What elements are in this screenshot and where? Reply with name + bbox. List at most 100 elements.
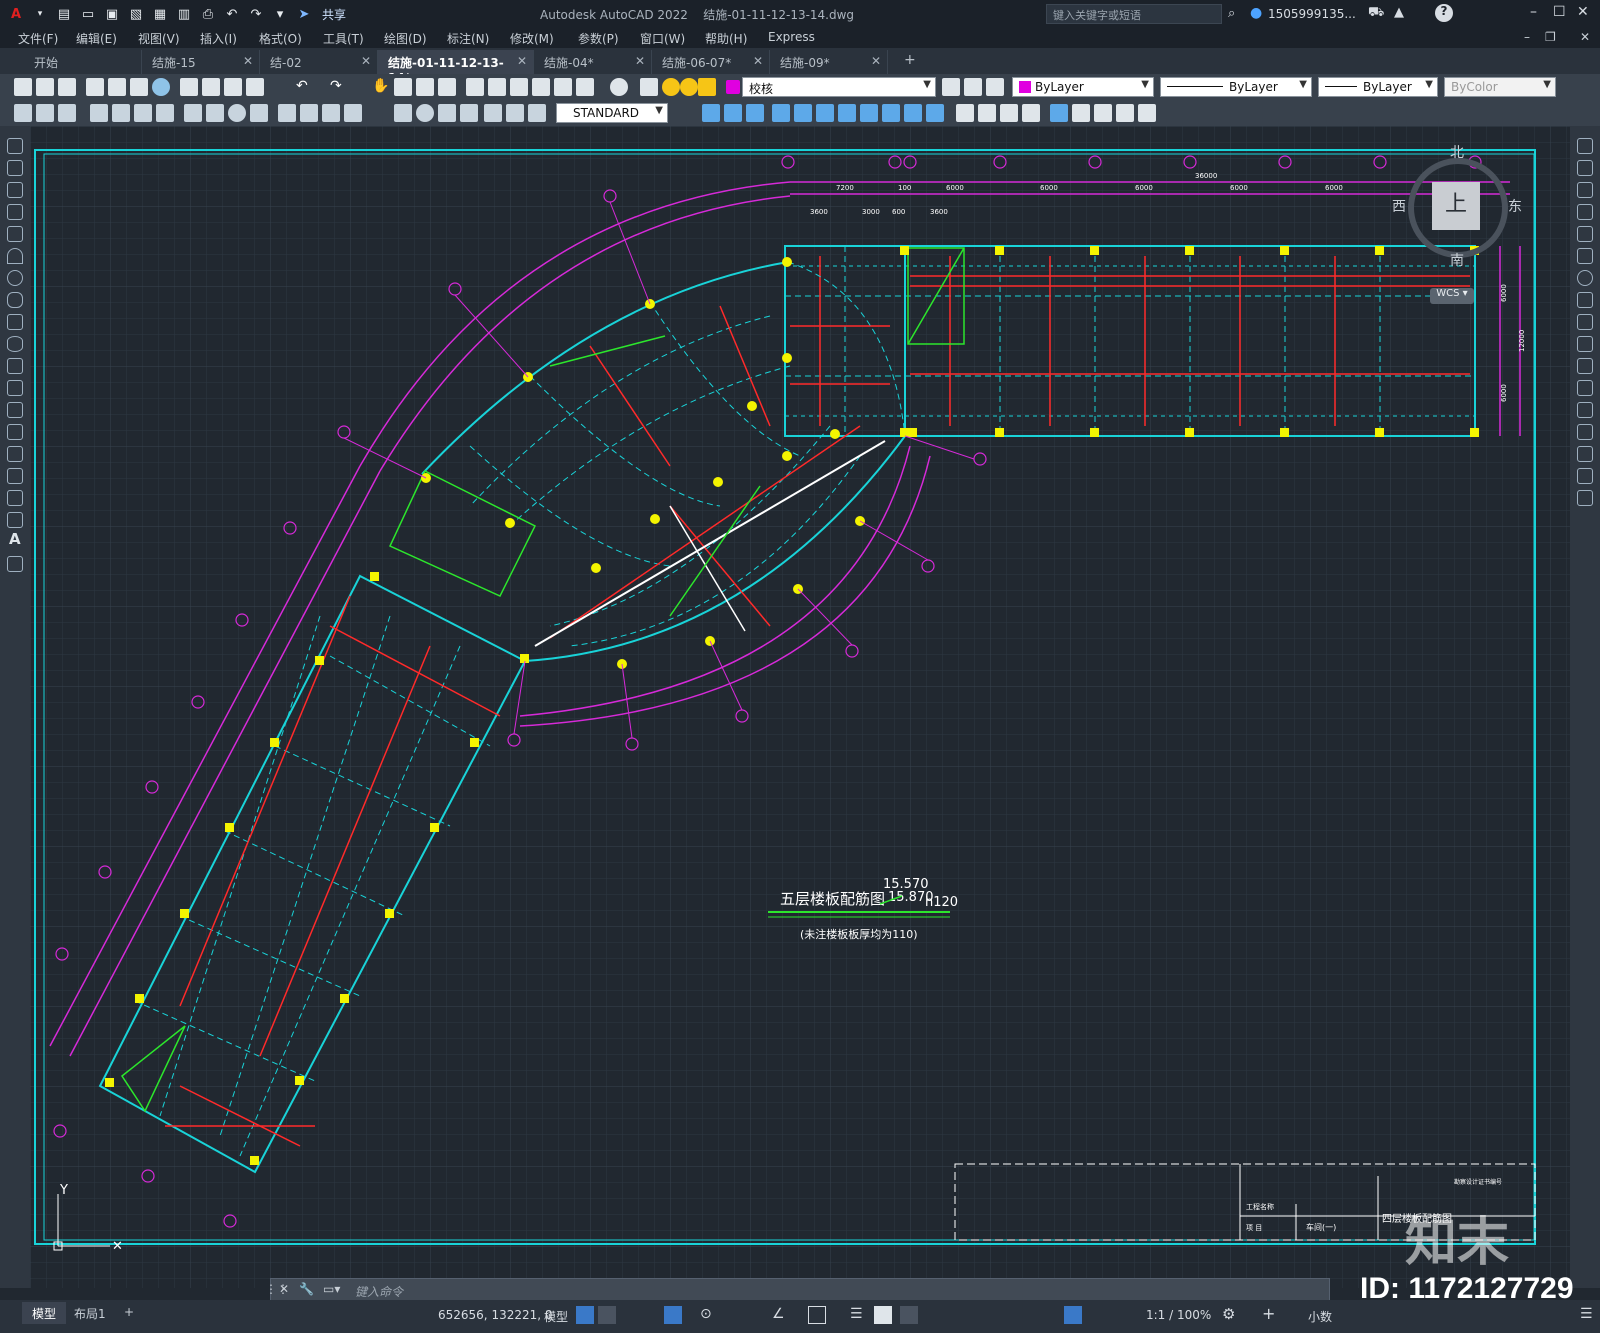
user-account[interactable]: 1505999135... — [1268, 7, 1356, 21]
dim-text-edit-icon[interactable] — [506, 104, 524, 122]
ellipse-arc-icon[interactable] — [7, 358, 23, 374]
ortho-icon[interactable] — [664, 1306, 682, 1324]
otrack-icon[interactable] — [808, 1306, 826, 1324]
move-icon[interactable] — [1577, 248, 1593, 264]
tab-jieshi-01-11-12-13-14[interactable]: 结施-01-11-12-13-14*✕ — [378, 50, 534, 85]
publish-icon[interactable] — [130, 78, 148, 96]
arc-dim-icon[interactable] — [134, 104, 152, 122]
zoom-previous-icon[interactable] — [438, 78, 456, 96]
design-center-icon[interactable] — [488, 78, 506, 96]
lineweight-select[interactable]: ByLayer ▼ — [1318, 77, 1438, 97]
layer-select[interactable]: 校核 ▼ — [742, 77, 936, 97]
customize-qa-icon[interactable]: ▾ — [270, 4, 290, 24]
baseline-dim-icon[interactable] — [300, 104, 318, 122]
properties-icon[interactable] — [466, 78, 484, 96]
linear-dim-icon[interactable] — [90, 104, 108, 122]
rectangle-icon[interactable] — [7, 226, 23, 242]
menu-insert[interactable]: 插入(I) — [200, 30, 237, 47]
transparency-icon[interactable] — [874, 1306, 892, 1324]
tool-icon[interactable] — [58, 104, 76, 122]
tab-jie-02[interactable]: 结-02 ✕ — [260, 50, 378, 74]
cmd-input[interactable]: 键入命令 — [355, 1283, 403, 1300]
model-space[interactable]: 36000 7200 100 6000 6000 6000 6000 6000 … — [30, 126, 1570, 1288]
app-menu-dropdown-icon[interactable]: ▾ — [30, 4, 50, 24]
layer-properties-icon[interactable] — [640, 78, 658, 96]
dim-edit-icon[interactable] — [484, 104, 502, 122]
tool-icon[interactable] — [14, 104, 32, 122]
drawing-canvas[interactable]: 36000 7200 100 6000 6000 6000 6000 6000 … — [30, 126, 1570, 1288]
region-icon[interactable] — [7, 490, 23, 506]
join-icon[interactable] — [1577, 402, 1593, 418]
new-tab-icon[interactable]: + — [896, 50, 924, 74]
cmd-customize-icon[interactable]: 🔧 — [299, 1282, 314, 1296]
share-button[interactable]: 共享 — [322, 6, 346, 23]
viewcube-west[interactable]: 西 — [1392, 196, 1406, 216]
tool-icon[interactable] — [36, 104, 54, 122]
preview-icon[interactable] — [108, 78, 126, 96]
center-mark-icon[interactable] — [416, 104, 434, 122]
open-web-icon[interactable]: ▦ — [150, 4, 170, 24]
tab-close-icon[interactable]: ✕ — [243, 54, 253, 68]
close-icon[interactable]: ✕ — [1577, 4, 1589, 20]
tab-jieshi-15[interactable]: 结施-15 ✕ — [142, 50, 260, 74]
help-tool-icon[interactable] — [610, 78, 628, 96]
inspection-icon[interactable] — [438, 104, 456, 122]
save-web-icon[interactable]: ▥ — [174, 4, 194, 24]
viewcube[interactable]: 北 南 西 东 上 WCS ▾ — [1392, 145, 1522, 304]
add-selected-icon[interactable] — [7, 556, 23, 572]
maximize-icon[interactable]: ☐ — [1553, 4, 1566, 20]
modify-tool-icon[interactable] — [926, 104, 944, 122]
model-space-button[interactable]: 模型 — [544, 1308, 568, 1325]
autocad-logo-icon[interactable]: A — [6, 4, 26, 24]
modify-tool-icon[interactable] — [860, 104, 878, 122]
calculator-icon[interactable] — [576, 78, 594, 96]
arc-icon[interactable] — [7, 248, 23, 264]
osnap-icon[interactable]: ∠ — [772, 1306, 785, 1322]
menu-edit[interactable]: 编辑(E) — [76, 30, 117, 47]
selection-cycling-icon[interactable] — [900, 1306, 918, 1324]
help-icon[interactable]: ? — [1435, 4, 1453, 22]
modify-tool-icon[interactable] — [1094, 104, 1112, 122]
linetype-select[interactable]: ByLayer ▼ — [1160, 77, 1312, 97]
lineweight-icon[interactable]: ☰ — [850, 1306, 863, 1322]
layer-bulb-icon[interactable] — [662, 78, 680, 96]
copy-object-icon[interactable] — [1577, 160, 1593, 176]
save-tool-icon[interactable] — [58, 78, 76, 96]
modify-tool-icon[interactable] — [702, 104, 720, 122]
tool-palettes-icon[interactable] — [510, 78, 528, 96]
make-block-icon[interactable] — [7, 402, 23, 418]
cart-icon[interactable]: ⛟ — [1368, 5, 1384, 22]
stretch-icon[interactable] — [1577, 314, 1593, 330]
plot-tool-icon[interactable] — [86, 78, 104, 96]
doc-restore-icon[interactable]: ❐ — [1545, 30, 1556, 44]
cmd-close-icon[interactable]: ✕ — [279, 1282, 289, 1296]
tab-close-icon[interactable]: ✕ — [361, 54, 371, 68]
customize-status-icon[interactable]: ☰ — [1580, 1306, 1593, 1322]
undo-tool-icon[interactable]: ↶ — [296, 78, 314, 96]
jogged-linear-icon[interactable] — [460, 104, 478, 122]
rotate-icon[interactable] — [1577, 270, 1593, 286]
hatch-icon[interactable] — [7, 446, 23, 462]
dim-space-icon[interactable] — [344, 104, 362, 122]
viewcube-face[interactable]: 上 — [1432, 182, 1480, 230]
modify-tool-icon[interactable] — [882, 104, 900, 122]
modify-tool-icon[interactable] — [746, 104, 764, 122]
modify-tool-icon[interactable] — [816, 104, 834, 122]
modify-tool-icon[interactable] — [1072, 104, 1090, 122]
snap-icon[interactable] — [598, 1306, 616, 1324]
radius-dim-icon[interactable] — [184, 104, 202, 122]
menu-file[interactable]: 文件(F) — [18, 30, 58, 47]
zoom-window-icon[interactable] — [416, 78, 434, 96]
modify-tool-icon[interactable] — [772, 104, 790, 122]
redo-icon[interactable]: ↷ — [246, 4, 266, 24]
menu-modify[interactable]: 修改(M) — [510, 30, 554, 47]
modify-tool-icon[interactable] — [1000, 104, 1018, 122]
ellipse-icon[interactable] — [7, 336, 23, 352]
save-icon[interactable]: ▣ — [102, 4, 122, 24]
make-current-layer-icon[interactable] — [942, 78, 960, 96]
layer-sun-icon[interactable] — [680, 78, 698, 96]
viewcube-east[interactable]: 东 — [1508, 196, 1522, 216]
menu-window[interactable]: 窗口(W) — [640, 30, 685, 47]
trim-icon[interactable] — [1577, 336, 1593, 352]
jogged-dim-icon[interactable] — [206, 104, 224, 122]
